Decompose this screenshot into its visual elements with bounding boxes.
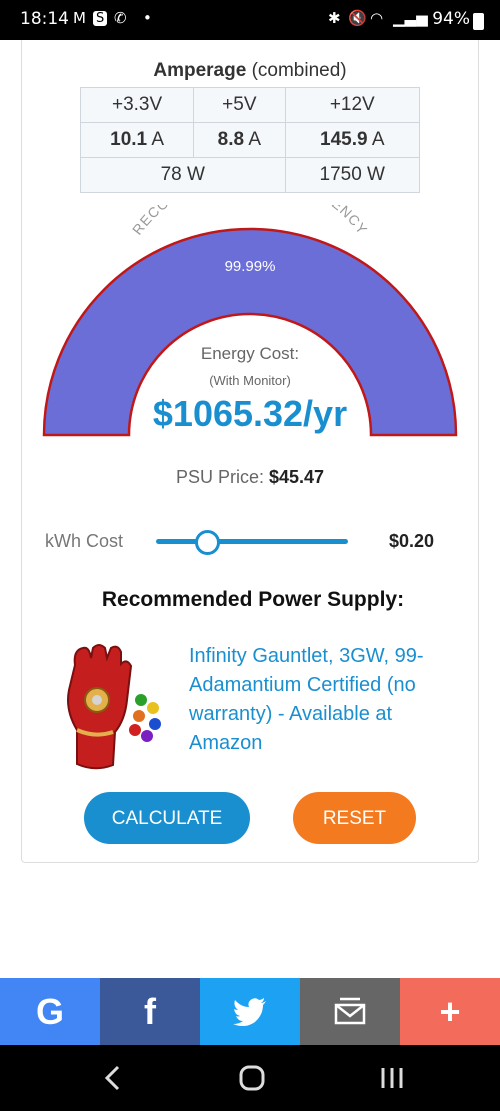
kwh-slider-track[interactable] (156, 539, 348, 544)
whatsapp-icon: ✆ (114, 9, 127, 27)
google-share-button[interactable]: G (0, 978, 100, 1045)
bluetooth-icon: ✱ (328, 9, 341, 27)
header-3v3: +3.3V (79, 87, 195, 123)
status-time: 18:14 (20, 9, 69, 29)
energy-cost-label: Energy Cost: (200, 344, 300, 363)
status-bar: 18:14 M S ✆ • ✱ 🔇 ◠ ▁▃▅ 94% (0, 0, 500, 40)
amperage-title-rest: (combined) (251, 60, 347, 81)
dot-icon: • (143, 9, 152, 27)
amp-12v-value: 145.9 (320, 129, 368, 150)
gmail-icon: M (73, 9, 86, 27)
watts-small-rails: 78 W (80, 157, 286, 193)
amp-3v3: 10.1 A (79, 122, 195, 158)
s-app-icon: S (93, 11, 108, 26)
battery-percent: 94% (432, 9, 470, 29)
recents-icon[interactable] (377, 1063, 407, 1093)
wifi-icon: ◠ (370, 9, 384, 27)
envelope-icon (334, 997, 366, 1024)
amp-12v: 145.9 A (284, 122, 421, 158)
google-icon: G (35, 990, 64, 1032)
facebook-icon: f (144, 990, 156, 1032)
table-row: 78 W 1750 W (80, 157, 421, 193)
system-nav-bar (0, 1045, 500, 1111)
amperage-title-bold: Amperage (153, 60, 247, 81)
amperage-table: +3.3V +5V +12V 10.1 A 8.8 A 145.9 A 78 W… (79, 87, 421, 193)
efficiency-value: 99.99% (224, 258, 276, 275)
product-link[interactable]: Infinity Gauntlet, 3GW, 99-Adamantium Ce… (189, 642, 469, 758)
facebook-share-button[interactable]: f (100, 978, 200, 1045)
psu-price: PSU Price: $45.47 (0, 467, 500, 488)
table-row: 10.1 A 8.8 A 145.9 A (79, 122, 421, 158)
table-row: +3.3V +5V +12V (79, 87, 421, 123)
amp-3v3-value: 10.1 (110, 129, 148, 150)
energy-cost-value: $1065.32/yr (152, 393, 348, 434)
energy-cost-sublabel: (With Monitor) (209, 373, 291, 388)
email-share-button[interactable] (300, 978, 400, 1045)
gauntlet-image[interactable] (55, 640, 175, 775)
home-icon[interactable] (237, 1063, 267, 1093)
kwh-value: $0.20 (389, 531, 435, 551)
mute-icon: 🔇 (348, 9, 367, 27)
psu-price-label: PSU Price: (175, 467, 264, 487)
amp-5v-unit: A (248, 129, 262, 150)
amp-5v-value: 8.8 (217, 129, 245, 150)
reset-button[interactable]: RESET (293, 792, 416, 844)
battery-icon (473, 13, 484, 30)
kwh-label: kWh Cost (45, 531, 124, 551)
plus-icon: + (439, 990, 461, 1032)
amp-12v-unit: A (371, 129, 385, 150)
signal-icon: ▁▃▅ (393, 9, 428, 27)
back-icon[interactable] (98, 1063, 128, 1093)
more-share-button[interactable]: + (400, 978, 500, 1045)
amperage-title: Amperage (combined) (0, 60, 500, 82)
header-5v: +5V (193, 87, 286, 123)
watts-12v-rail: 1750 W (284, 157, 421, 193)
twitter-icon (233, 997, 266, 1026)
twitter-share-button[interactable] (200, 978, 300, 1045)
recommended-title: Recommended Power Supply: (101, 588, 405, 611)
psu-price-value: $45.47 (268, 467, 325, 487)
header-12v: +12V (284, 87, 421, 123)
amp-5v: 8.8 A (193, 122, 286, 158)
amp-3v3-unit: A (151, 129, 165, 150)
share-bar: G f + (0, 978, 500, 1045)
calculate-button[interactable]: CALCULATE (84, 792, 250, 844)
